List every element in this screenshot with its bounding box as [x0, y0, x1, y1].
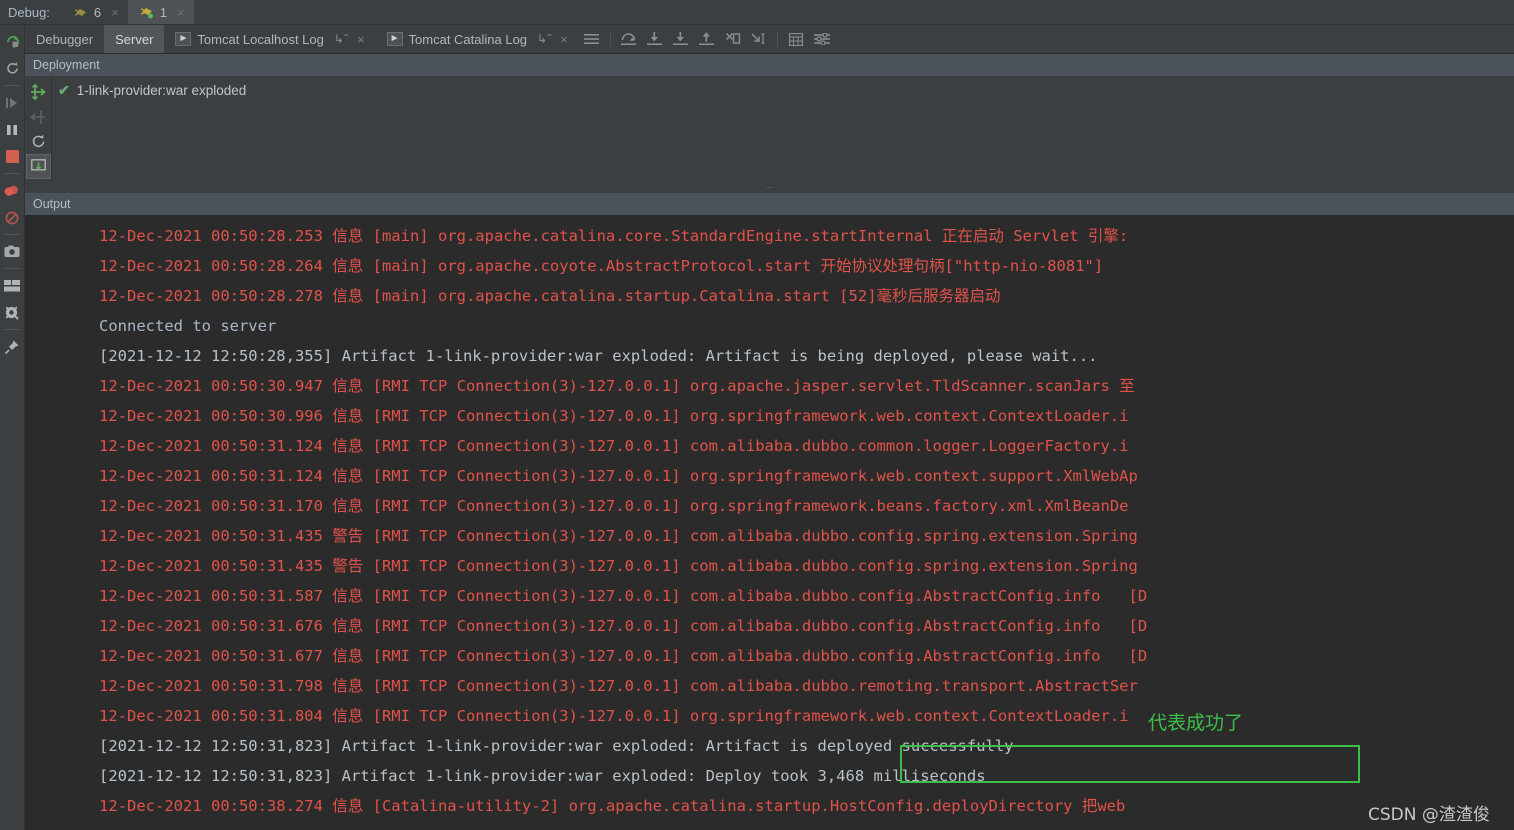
console-line: 12-Dec-2021 00:50:31.435 警告 [RMI TCP Con… — [99, 527, 1138, 545]
mute-breakpoints-icon[interactable] — [0, 204, 25, 231]
show-execution-point-icon[interactable] — [579, 25, 605, 53]
debug-session-tab-6[interactable]: 6 × — [62, 0, 128, 24]
evaluate-expression-icon[interactable] — [783, 25, 809, 53]
pin-tab-icon[interactable] — [0, 333, 25, 360]
tab-tomcat-catalina-log[interactable]: ► Tomcat Catalina Log ↳˝ × — [376, 25, 579, 53]
console-line: 12-Dec-2021 00:50:31.124 信息 [RMI TCP Con… — [99, 437, 1129, 455]
debug-session-tab-1[interactable]: 1 × — [127, 0, 194, 24]
step-into-icon[interactable] — [642, 25, 668, 53]
console-line: 12-Dec-2021 00:50:28.278 信息 [main] org.a… — [99, 287, 1001, 305]
console-line: 12-Dec-2021 00:50:31.435 警告 [RMI TCP Con… — [99, 557, 1138, 575]
pin-icon[interactable]: ↳˝ — [537, 32, 551, 46]
tab-label: Tomcat Catalina Log — [408, 31, 528, 47]
divider — [776, 31, 778, 47]
update-running-application-icon[interactable] — [0, 55, 25, 82]
settings-gear-icon[interactable] — [0, 299, 25, 326]
console-line: Connected to server — [99, 317, 277, 335]
divider — [3, 85, 21, 86]
run-icon: ► — [386, 32, 403, 46]
close-icon[interactable]: × — [111, 5, 119, 20]
view-breakpoints-icon[interactable] — [0, 177, 25, 204]
restore-layout-icon[interactable] — [0, 272, 25, 299]
output-panel: Output 12-Dec-2021 00:50:28.253 信息 [main… — [25, 193, 1514, 830]
divider — [3, 173, 21, 174]
run-icon: ► — [175, 32, 192, 46]
debug-tab-toolbar: Debugger Server ► Tomcat Localhost Log ↳… — [25, 25, 1514, 54]
close-icon[interactable]: × — [357, 32, 365, 47]
splitter-grip-icon: ⋯ — [764, 181, 775, 192]
show-deployment-output-icon[interactable] — [25, 154, 51, 179]
watermark: CSDN @渣渣俊 — [1368, 805, 1490, 825]
divider — [609, 31, 611, 47]
force-step-into-icon[interactable] — [668, 25, 694, 53]
stop-icon[interactable] — [0, 143, 25, 170]
console-line: 12-Dec-2021 00:50:28.253 信息 [main] org.a… — [99, 227, 1129, 245]
close-icon[interactable]: × — [177, 5, 185, 20]
console-line: [2021-12-12 12:50:28,355] Artifact 1-lin… — [99, 347, 1098, 365]
deployment-artifact-row[interactable]: ✔ 1-link-provider:war exploded — [58, 82, 1514, 99]
tab-label: Debugger — [36, 31, 94, 47]
console-output[interactable]: 12-Dec-2021 00:50:28.253 信息 [main] org.a… — [25, 215, 1514, 830]
divider — [3, 268, 21, 269]
console-line: 12-Dec-2021 00:50:31.804 信息 [RMI TCP Con… — [99, 707, 1129, 725]
console-line: 12-Dec-2021 00:50:31.798 信息 [RMI TCP Con… — [99, 677, 1138, 695]
rerun-icon[interactable] — [0, 28, 25, 55]
screenshot-icon[interactable] — [0, 238, 25, 265]
pin-icon[interactable]: ↳˝ — [334, 32, 348, 46]
console-line: 12-Dec-2021 00:50:31.677 信息 [RMI TCP Con… — [99, 647, 1148, 665]
panel-splitter[interactable]: ⋯ — [25, 180, 1514, 193]
redeploy-icon[interactable] — [26, 129, 51, 154]
console-line: 12-Dec-2021 00:50:28.264 信息 [main] org.a… — [99, 257, 1104, 275]
step-over-icon[interactable] — [616, 25, 642, 53]
console-line: 12-Dec-2021 00:50:30.947 信息 [RMI TCP Con… — [99, 377, 1135, 395]
console-line: 12-Dec-2021 00:50:38.274 信息 [Catalina-ut… — [99, 797, 1126, 815]
check-icon: ✔ — [58, 82, 70, 98]
deployment-body: ✔ 1-link-provider:war exploded — [25, 76, 1514, 180]
debug-body: Debugger Server ► Tomcat Localhost Log ↳… — [0, 25, 1514, 830]
settings-layout-icon[interactable] — [809, 25, 835, 53]
console-line: 12-Dec-2021 00:50:30.996 信息 [RMI TCP Con… — [99, 407, 1129, 425]
deployment-panel-title: Deployment — [25, 54, 1514, 76]
deploy-artifact-icon[interactable] — [26, 79, 51, 104]
deployment-toolbar — [25, 76, 52, 180]
console-line: 12-Dec-2021 00:50:31.124 信息 [RMI TCP Con… — [99, 467, 1138, 485]
deployment-artifact-tree: ✔ 1-link-provider:war exploded — [52, 76, 1514, 180]
console-line: [2021-12-12 12:50:31,823] Artifact 1-lin… — [99, 737, 1014, 755]
deployment-panel: Deployment ✔ 1-link-provider:war explode… — [25, 54, 1514, 180]
debug-label: Debug: — [8, 4, 50, 20]
bug-icon — [74, 6, 88, 19]
debug-session-count: 1 — [159, 4, 167, 20]
tab-label: Tomcat Localhost Log — [197, 31, 324, 47]
tab-tomcat-localhost-log[interactable]: ► Tomcat Localhost Log ↳˝ × — [164, 25, 375, 53]
pause-program-icon[interactable] — [0, 116, 25, 143]
run-to-cursor-icon[interactable] — [746, 25, 772, 53]
tab-label: Server — [115, 31, 154, 47]
resume-program-icon[interactable] — [0, 89, 25, 116]
undeploy-artifact-icon[interactable] — [26, 104, 51, 129]
console-line: 12-Dec-2021 00:50:31.170 信息 [RMI TCP Con… — [99, 497, 1129, 515]
idea-debug-window: Debug: 6 × 1 × Debugger Server ► Tomcat … — [0, 0, 1514, 830]
console-line: 12-Dec-2021 00:50:31.676 信息 [RMI TCP Con… — [99, 617, 1148, 635]
debug-left-toolbar — [0, 25, 25, 830]
close-icon[interactable]: × — [560, 32, 568, 47]
tab-server[interactable]: Server — [104, 25, 165, 53]
console-line: [2021-12-12 12:50:31,823] Artifact 1-lin… — [99, 767, 986, 785]
console-line: 12-Dec-2021 00:50:31.587 信息 [RMI TCP Con… — [99, 587, 1148, 605]
bug-running-icon — [140, 6, 154, 19]
deployment-artifact-label: 1-link-provider:war exploded — [76, 83, 247, 98]
debug-session-count: 6 — [93, 4, 102, 20]
drop-frame-icon[interactable] — [720, 25, 746, 53]
debug-content: Debugger Server ► Tomcat Localhost Log ↳… — [25, 25, 1514, 830]
tab-debugger[interactable]: Debugger — [25, 25, 104, 53]
step-out-icon[interactable] — [694, 25, 720, 53]
output-panel-title: Output — [25, 193, 1514, 215]
divider — [3, 234, 21, 235]
divider — [3, 329, 21, 330]
debug-session-bar: Debug: 6 × 1 × — [0, 0, 1514, 25]
